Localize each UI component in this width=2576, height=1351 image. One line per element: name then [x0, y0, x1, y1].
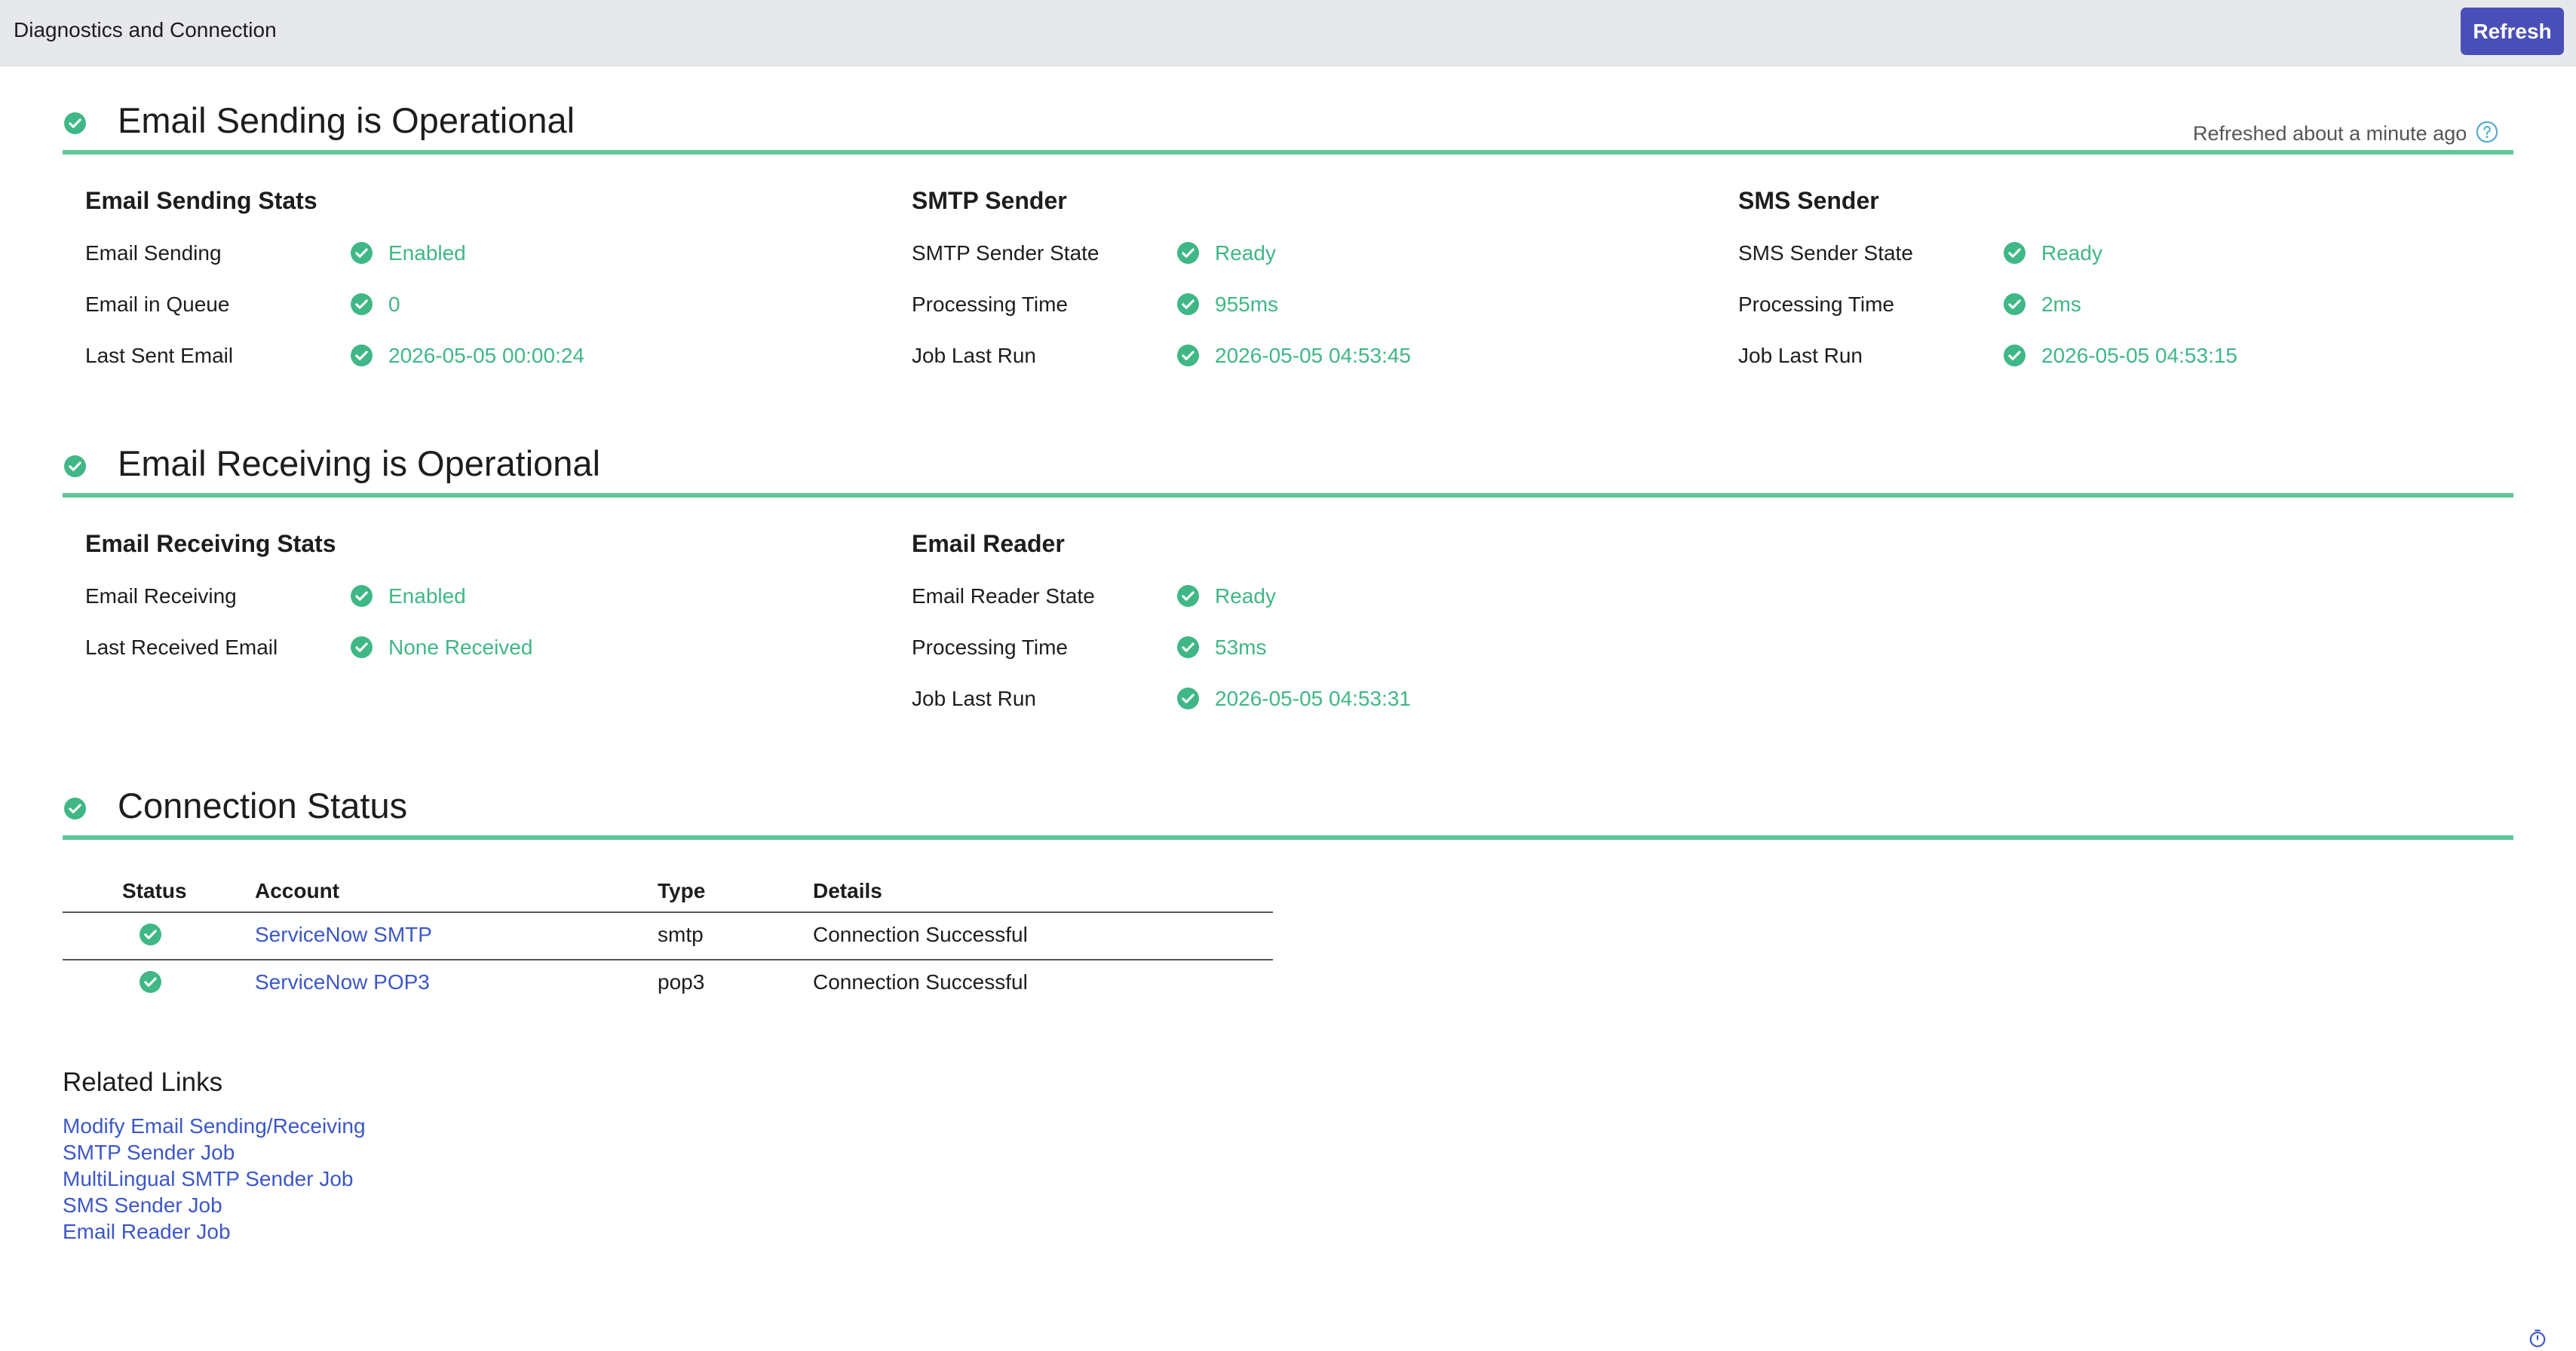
connection-details: Connection Successful	[813, 923, 1028, 946]
check-circle-icon	[64, 798, 86, 819]
connection-status-title: Connection Status	[118, 786, 408, 826]
check-circle-icon	[351, 242, 373, 264]
question-circle-icon[interactable]	[2476, 121, 2498, 143]
related-link[interactable]: Email Reader Job	[63, 1220, 231, 1243]
check-circle-icon	[1177, 636, 1199, 658]
stat-label: Job Last Run	[1738, 344, 1863, 367]
stat-label: Last Sent Email	[85, 344, 234, 367]
column-header-account: Account	[255, 879, 339, 902]
check-circle-icon	[1177, 242, 1199, 264]
related-links-list: Modify Email Sending/Receiving SMTP Send…	[63, 1113, 366, 1245]
stat-value: 2ms	[2041, 293, 2081, 316]
stat-value: 2026-05-05 00:00:24	[388, 344, 584, 367]
table-header-divider	[63, 911, 1273, 913]
page-header: Diagnostics and Connection Refresh	[0, 0, 2576, 66]
email-receiving-title: Email Receiving is Operational	[118, 443, 601, 483]
stat-label: Processing Time	[912, 636, 1068, 659]
check-circle-icon	[2004, 242, 2026, 264]
check-circle-icon	[64, 112, 86, 134]
account-type: smtp	[658, 923, 704, 946]
stat-label: Job Last Run	[912, 687, 1036, 710]
table-row-divider	[63, 959, 1273, 960]
stat-value: 2026-05-05 04:53:15	[2041, 344, 2237, 367]
related-link[interactable]: SMTP Sender Job	[63, 1141, 235, 1164]
check-circle-icon	[1177, 585, 1199, 607]
stat-label: SMTP Sender State	[912, 241, 1099, 265]
timer-icon[interactable]	[2528, 1328, 2547, 1348]
check-circle-icon	[351, 345, 373, 366]
related-link[interactable]: MultiLingual SMTP Sender Job	[63, 1167, 353, 1190]
stat-label: SMS Sender State	[1738, 241, 1913, 265]
check-circle-icon	[1177, 345, 1199, 366]
stat-value: 53ms	[1215, 636, 1267, 659]
section-divider	[63, 835, 2513, 840]
stat-label: Email in Queue	[85, 293, 230, 316]
check-circle-icon	[1177, 293, 1199, 315]
stat-value: 2026-05-05 04:53:45	[1215, 344, 1411, 367]
refreshed-text: Refreshed about a minute ago	[2193, 122, 2467, 145]
group-title: SMS Sender	[1738, 187, 1879, 214]
stat-value: Ready	[2041, 241, 2102, 265]
related-link[interactable]: Modify Email Sending/Receiving	[63, 1114, 366, 1138]
check-circle-icon	[1177, 688, 1199, 709]
column-header-status: Status	[122, 879, 187, 902]
stat-label: Processing Time	[912, 293, 1068, 316]
page-title: Diagnostics and Connection	[14, 18, 277, 41]
related-links-title: Related Links	[63, 1068, 223, 1097]
check-circle-icon	[140, 971, 161, 993]
connection-details: Connection Successful	[813, 970, 1028, 994]
stat-value: 2026-05-05 04:53:31	[1215, 687, 1411, 710]
group-title: Email Receiving Stats	[85, 530, 336, 557]
stat-label: Email Reader State	[912, 584, 1095, 608]
check-circle-icon	[351, 585, 373, 607]
stat-label: Last Received Email	[85, 636, 278, 659]
stat-value: Enabled	[388, 584, 466, 608]
stat-label: Email Receiving	[85, 584, 237, 608]
group-title: SMTP Sender	[912, 187, 1067, 214]
account-link[interactable]: ServiceNow SMTP	[255, 923, 432, 947]
account-type: pop3	[658, 970, 705, 994]
check-circle-icon	[2004, 345, 2026, 366]
group-title: Email Sending Stats	[85, 187, 317, 214]
check-circle-icon	[351, 636, 373, 658]
check-circle-icon	[64, 455, 86, 477]
group-title: Email Reader	[912, 530, 1065, 557]
stat-label: Job Last Run	[912, 344, 1036, 367]
check-circle-icon	[140, 924, 161, 945]
column-header-type: Type	[658, 879, 706, 902]
related-link[interactable]: SMS Sender Job	[63, 1193, 222, 1217]
stat-value: None Received	[388, 636, 533, 659]
refresh-button[interactable]: Refresh	[2461, 8, 2564, 55]
section-divider	[63, 150, 2513, 155]
stat-label: Processing Time	[1738, 293, 1894, 316]
stat-value: Ready	[1215, 584, 1276, 608]
stat-label: Email Sending	[85, 241, 222, 265]
email-sending-title: Email Sending is Operational	[118, 100, 575, 140]
check-circle-icon	[351, 293, 373, 315]
stat-value: 955ms	[1215, 293, 1279, 316]
account-link[interactable]: ServiceNow POP3	[255, 970, 430, 994]
stat-value: Ready	[1215, 241, 1276, 265]
section-divider	[63, 493, 2513, 498]
stat-value: Enabled	[388, 241, 466, 265]
stat-value: 0	[388, 293, 400, 316]
check-circle-icon	[2004, 293, 2026, 315]
column-header-details: Details	[813, 879, 882, 902]
